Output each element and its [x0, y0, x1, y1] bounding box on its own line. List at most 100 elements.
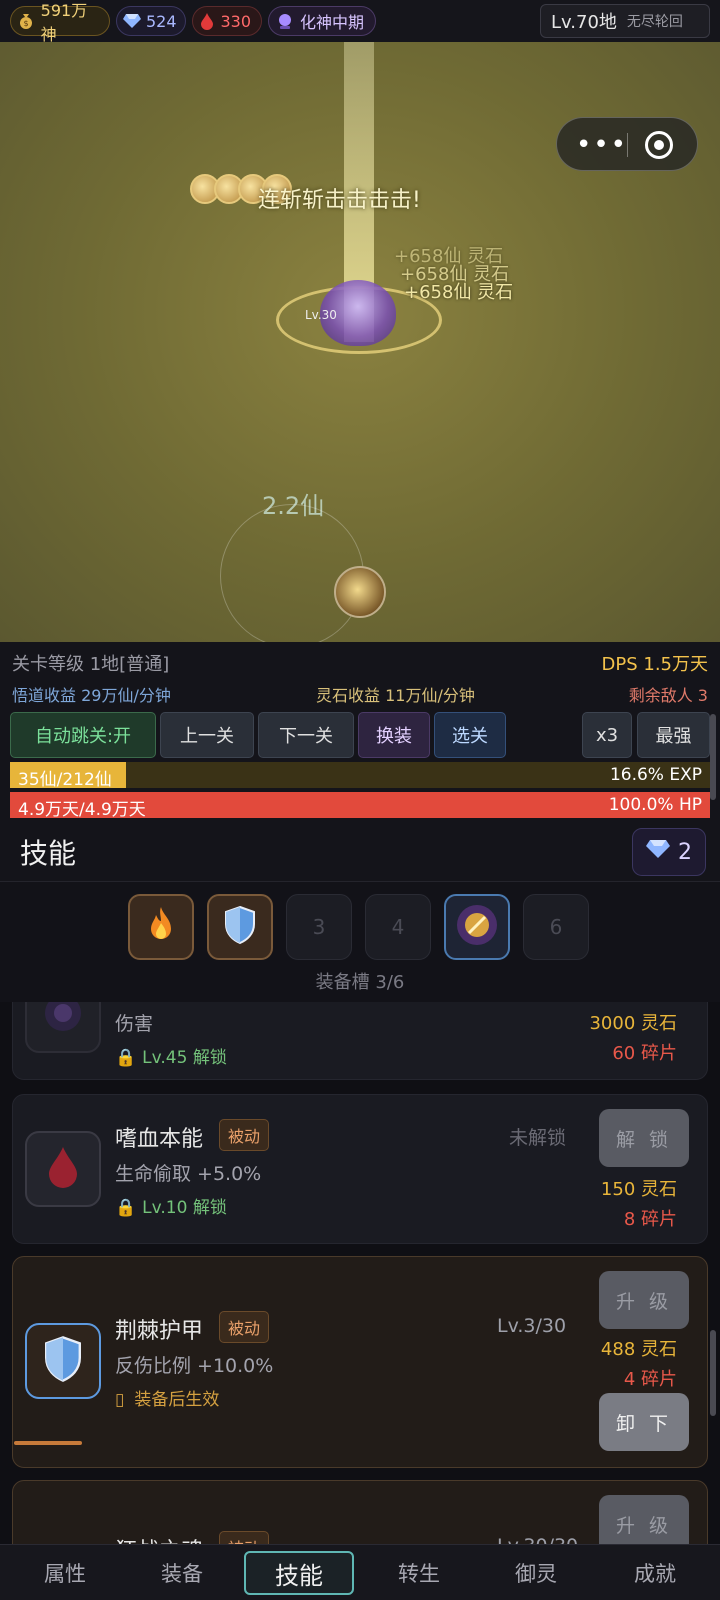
blood-drop-icon: [46, 1145, 80, 1193]
shield-icon: [42, 1335, 84, 1387]
skills-header: 技能 2: [0, 820, 720, 882]
player-character[interactable]: [334, 566, 386, 618]
hp-bar: 4.9万天/4.9万天 100.0% HP: [10, 792, 710, 820]
close-target-icon[interactable]: [645, 131, 673, 159]
skill-icon-box: [25, 1131, 101, 1207]
stage-info-panel: 关卡等级 1地[普通] DPS 1.5万天 悟道收益 29万仙/分钟 灵石收益 …: [0, 642, 720, 820]
game-mode: 无尽轮回: [626, 14, 683, 30]
skill-card[interactable]: 伤害 🔒 Lv.45 解锁 3000 灵石 60 碎片: [12, 1002, 708, 1080]
tab-achievements[interactable]: 成就: [600, 1551, 710, 1595]
more-icon[interactable]: •••: [576, 118, 627, 172]
equip-note-text: 装备后生效: [134, 1390, 220, 1410]
tab-equipment[interactable]: 装备: [127, 1551, 237, 1595]
skill-name: 荆棘护甲: [115, 1319, 204, 1344]
slot-4-empty[interactable]: 4: [365, 894, 431, 960]
cost-shards: 4 碎片: [623, 1369, 677, 1390]
best-gear-button[interactable]: 最强: [637, 712, 710, 758]
note-marker-icon: ▯: [115, 1390, 125, 1410]
unlock-button[interactable]: 解 锁: [599, 1109, 689, 1167]
gold-amount: 591万神: [40, 1, 88, 44]
list-scrollbar[interactable]: [710, 1330, 716, 1416]
capsule-divider: [627, 133, 628, 157]
upgrade-button[interactable]: 升 级: [599, 1271, 689, 1329]
tab-skills[interactable]: 技能: [244, 1551, 354, 1595]
skill-progress-bar: [14, 1441, 82, 1445]
skill-card-equipped[interactable]: 荆棘护甲 被动 Lv.3/30 反伤比例 +10.0% ▯ 装备后生效 升 级 4…: [12, 1256, 708, 1468]
locked-status: 未解锁: [509, 1127, 567, 1149]
unequip-button[interactable]: 卸 下: [599, 1393, 689, 1451]
vortex-skill-icon: [41, 1002, 85, 1039]
slot-5-vortex[interactable]: [444, 894, 510, 960]
exp-bar: 35仙/212仙 16.6% EXP: [10, 762, 710, 790]
slot-2-shield[interactable]: [207, 894, 273, 960]
hp-percent: 100.0% HP: [608, 795, 702, 815]
battle-scene[interactable]: 连斩斩击击击击! Lv.30 +658仙 灵石 +658仙 灵石 +658仙 灵…: [0, 42, 720, 642]
swap-gear-button[interactable]: 换装: [358, 712, 430, 758]
skill-desc: 生命偷取 +5.0%: [115, 1163, 262, 1185]
skill-icon-box: [25, 1323, 101, 1399]
mini-program-capsule: •••: [556, 117, 698, 171]
panel-scrollbar[interactable]: [710, 714, 716, 800]
realm-chip[interactable]: 化神中期: [268, 6, 376, 36]
prev-stage-button[interactable]: 上一关: [160, 712, 254, 758]
skill-list[interactable]: 伤害 🔒 Lv.45 解锁 3000 灵石 60 碎片 嗜血本能 被动 未解锁 生…: [0, 1002, 720, 1544]
blood-currency-chip[interactable]: 330: [192, 6, 262, 36]
unlock-level: Lv.10 解锁: [142, 1198, 227, 1218]
money-bag-icon: $: [17, 11, 36, 31]
skill-level: Lv.30/30: [497, 1535, 578, 1544]
crystal-ball-icon: [275, 11, 295, 31]
exp-text: 35仙/212仙: [18, 770, 112, 790]
tab-rebirth[interactable]: 转生: [364, 1551, 474, 1595]
skill-card[interactable]: 嗜血本能 被动 未解锁 生命偷取 +5.0% 🔒 Lv.10 解锁 解 锁 150…: [12, 1094, 708, 1244]
combo-text: 连斩斩击击击击!: [258, 188, 421, 213]
select-stage-button[interactable]: 选关: [434, 712, 506, 758]
skill-desc: 伤害: [115, 1013, 154, 1035]
tab-attributes[interactable]: 属性: [10, 1551, 120, 1595]
vortex-skill-icon: [455, 903, 499, 952]
diamond-icon: [646, 839, 670, 865]
passive-tag: 被动: [219, 1119, 270, 1151]
hp-text: 4.9万天/4.9万天: [18, 800, 146, 820]
cost-stones: 3000 灵石: [589, 1013, 677, 1034]
skill-desc: 反伤比例 +10.0%: [115, 1355, 274, 1377]
cost-stones: 150 灵石: [600, 1179, 677, 1200]
dps-value: DPS 1.5万天: [601, 654, 709, 675]
exp-percent: 16.6% EXP: [609, 765, 702, 785]
fire-icon: [143, 905, 179, 950]
skill-card-equipped[interactable]: 升 级 狂战之魂 被动 Lv.30/30: [12, 1480, 708, 1544]
speed-button[interactable]: x3: [582, 712, 632, 758]
lock-icon: 🔒: [115, 1048, 137, 1068]
slot-caption: 装备槽 3/6: [315, 972, 405, 993]
equip-slots: 3 4 6 装备槽 3/6: [0, 882, 720, 1002]
gem-currency-chip[interactable]: 524: [116, 6, 186, 36]
cost-shards: 8 碎片: [623, 1209, 677, 1230]
enemies-left: 剩余敌人 3: [628, 686, 708, 705]
skill-level: Lv.3/30: [497, 1315, 567, 1337]
equip-note: ▯ 装备后生效: [115, 1385, 219, 1410]
skill-gem-counter[interactable]: 2: [632, 828, 706, 876]
slot-3-empty[interactable]: 3: [286, 894, 352, 960]
enlightenment-income: 悟道收益 29万仙/分钟: [12, 686, 171, 705]
player-level: Lv.70地: [551, 12, 617, 33]
next-stage-button[interactable]: 下一关: [258, 712, 354, 758]
tab-spirits[interactable]: 御灵: [481, 1551, 591, 1595]
skill-icon-box: [25, 1002, 101, 1053]
slot-6-empty[interactable]: 6: [523, 894, 589, 960]
cost-shards: 60 碎片: [612, 1043, 677, 1064]
bottom-nav: 属性 装备 技能 转生 御灵 成就: [0, 1544, 720, 1600]
gem-count: 2: [678, 839, 692, 865]
level-box[interactable]: Lv.70地 无尽轮回: [540, 4, 710, 38]
stage-level: 关卡等级 1地[普通]: [12, 654, 170, 675]
gold-currency-chip[interactable]: $ 591万神: [10, 1, 110, 44]
top-status-bar: $ 591万神 524 330 化神中期 Lv.70地 无尽轮回: [0, 0, 720, 44]
cost-stones: 488 灵石: [600, 1339, 677, 1360]
blood-drop-icon: [199, 11, 215, 31]
slot-1-fire[interactable]: [128, 894, 194, 960]
skill-name: 狂战之魂: [115, 1533, 203, 1544]
spirit-stone-income: 灵石收益 11万仙/分钟: [316, 686, 475, 705]
auto-skip-button[interactable]: 自动跳关:开: [10, 712, 156, 758]
damage-number: +658仙 灵石: [404, 282, 514, 303]
upgrade-button[interactable]: 升 级: [599, 1495, 689, 1544]
skill-name: 嗜血本能: [115, 1127, 204, 1152]
realm-label: 化神中期: [300, 13, 365, 32]
